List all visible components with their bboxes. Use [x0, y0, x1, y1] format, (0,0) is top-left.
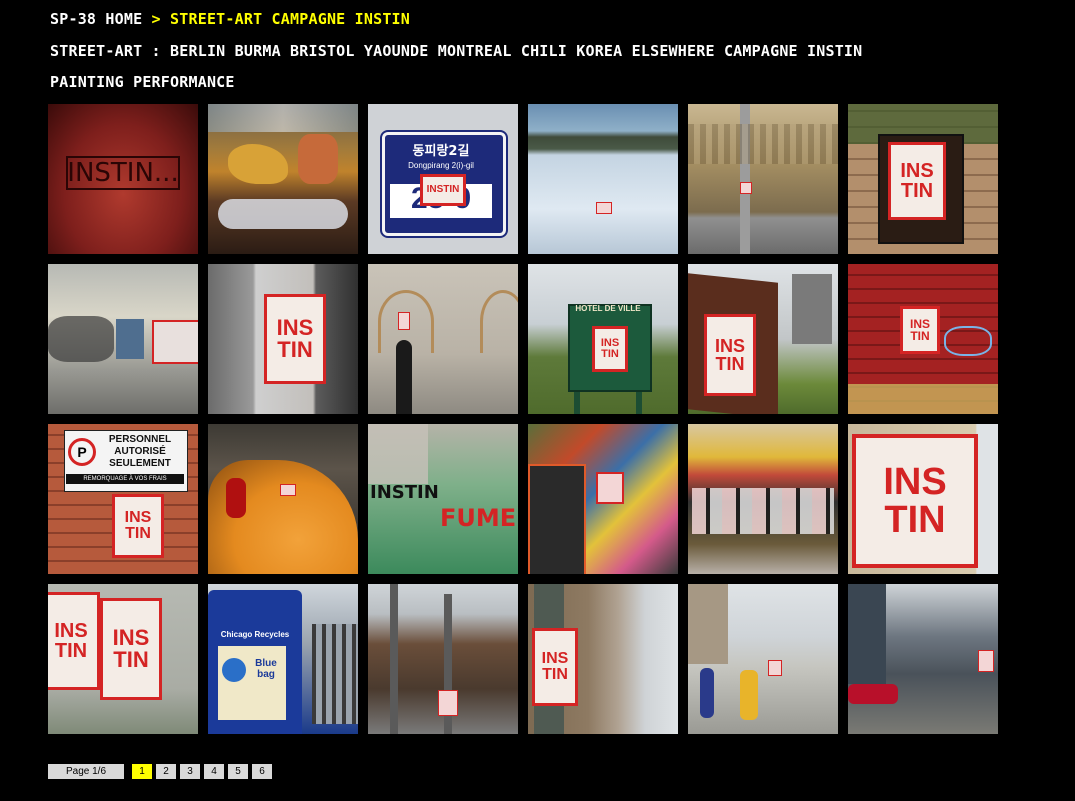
page-link-6[interactable]: 6: [252, 764, 272, 779]
chicago-recycles-label: Chicago Recycles: [220, 630, 290, 639]
instin-poster-line1: INS: [900, 160, 934, 182]
instin-poster-line1: INS: [276, 315, 314, 340]
instin-poster-line2: TIN: [54, 640, 88, 662]
nav-link-performance[interactable]: PERFORMANCE: [133, 73, 235, 91]
street-sign-korean: 동피랑2길: [412, 144, 470, 159]
instin-poster-line1: INS: [883, 461, 947, 503]
thumb-graffiti-building[interactable]: [48, 264, 198, 414]
thumb-hotel-de-ville-sign[interactable]: HOTEL DE VILLE INS TIN: [528, 264, 678, 414]
category-nav: STREET-ART : BERLIN BURMA BRISTOL YAOUND…: [50, 42, 862, 60]
nav-link-berlin[interactable]: BERLIN: [170, 42, 225, 60]
thumb-chicago-recycles-bin[interactable]: Chicago Recycles Blue bag: [208, 584, 358, 734]
street-sign-roman: Dongpirang 2(i)-gil: [408, 161, 474, 170]
nav-link-yaounde[interactable]: YAOUNDE: [364, 42, 429, 60]
page-link-1[interactable]: 1: [132, 764, 152, 779]
page-link-5[interactable]: 5: [228, 764, 248, 779]
thumb-city-skyline-street[interactable]: [848, 584, 998, 734]
page-indicator: Page 1/6: [48, 764, 124, 779]
page-link-2[interactable]: 2: [156, 764, 176, 779]
category-nav-secondary: PAINTING PERFORMANCE: [50, 73, 235, 91]
instin-poster-line2: TIN: [900, 180, 934, 202]
breadcrumb-separator: >: [151, 10, 161, 28]
thumb-city-street[interactable]: [368, 584, 518, 734]
thumb-man-in-hat[interactable]: [368, 264, 518, 414]
instin-poster: INS TIN: [592, 326, 628, 372]
instin-graffiti-text: INSTIN: [370, 482, 439, 503]
thumb-graffiti-wall-colorful[interactable]: [528, 424, 678, 574]
thumb-instin-utility-box[interactable]: INS TIN: [688, 264, 838, 414]
instin-poster-line2: TIN: [125, 525, 151, 542]
instin-poster-line2: TIN: [277, 337, 313, 362]
thumb-personnel-autorise-sign[interactable]: P PERSONNEL AUTORISÉ SEULEMENT REMORQUAG…: [48, 424, 198, 574]
thumb-instin-red-wall[interactable]: INSTIN...: [48, 104, 198, 254]
nav-link-montreal[interactable]: MONTREAL: [438, 42, 512, 60]
nav-link-korea[interactable]: KOREA: [576, 42, 622, 60]
thumb-instin-box-brick[interactable]: INS TIN: [848, 104, 998, 254]
towing-warning-text: REMORQUAGE À VOS FRAIS: [66, 474, 184, 484]
thumb-instin-lamp-post[interactable]: INS TIN: [528, 584, 678, 734]
thumb-temple-interior[interactable]: [208, 104, 358, 254]
instin-poster-line2: TIN: [113, 647, 149, 672]
instin-graffiti-text: INSTIN...: [66, 156, 180, 190]
thumb-dresden-mural-pole[interactable]: [688, 104, 838, 254]
instin-poster-line2: TIN: [542, 666, 568, 683]
instin-poster-right: INS TIN: [100, 598, 162, 700]
instin-poster-line2: TIN: [910, 329, 930, 343]
breadcrumb: SP-38 HOME > STREET-ART CAMPAGNE INSTIN: [50, 10, 410, 28]
thumb-construction-workers[interactable]: [688, 584, 838, 734]
nav-colon: :: [151, 42, 161, 60]
instin-poster: INS TIN: [704, 314, 756, 396]
blue-bag-label: Blue bag: [255, 658, 277, 680]
home-link[interactable]: SP-38 HOME: [50, 10, 142, 28]
nav-link-elsewhere[interactable]: ELSEWHERE: [632, 42, 715, 60]
instin-poster: INS TIN: [888, 142, 946, 220]
instin-poster: INS TIN: [852, 434, 978, 568]
no-parking-sign-text: PERSONNEL AUTORISÉ SEULEMENT: [108, 434, 172, 469]
pagination: Page 1/6 1 2 3 4 5 6: [48, 764, 272, 779]
page-link-3[interactable]: 3: [180, 764, 200, 779]
page-title: STREET-ART CAMPAGNE INSTIN: [170, 10, 411, 28]
thumb-instin-large-poster[interactable]: INS TIN: [848, 424, 998, 574]
thumb-instin-red-brick[interactable]: INS TIN: [848, 264, 998, 414]
thumb-instin-posters-wall[interactable]: INS TIN INS TIN: [48, 584, 198, 734]
hotel-de-ville-label: HOTEL DE VILLE: [575, 304, 641, 313]
thumb-korean-street-sign[interactable]: 동피랑2길 Dongpirang 2(i)-gil 25-9 INSTIN: [368, 104, 518, 254]
page-link-4[interactable]: 4: [204, 764, 224, 779]
nav-link-campagne-instin[interactable]: CAMPAGNE INSTIN: [724, 42, 862, 60]
thumb-graffiti-wall-mixed[interactable]: [688, 424, 838, 574]
nav-link-painting[interactable]: PAINTING: [50, 73, 124, 91]
instin-poster: INS TIN: [264, 294, 326, 384]
instin-poster: INS TIN: [900, 306, 940, 354]
instin-poster-line1: INS: [112, 625, 150, 650]
instin-poster: INS TIN: [112, 494, 164, 558]
instin-poster-line1: INS: [541, 650, 569, 667]
instin-poster-line1: INS: [54, 620, 88, 642]
nav-link-chili[interactable]: CHILI: [521, 42, 567, 60]
instin-poster-left: INS TIN: [48, 592, 100, 690]
fume-graffiti-text: FUME: [440, 504, 517, 532]
instin-poster-line2: TIN: [601, 348, 619, 360]
nav-section-label: STREET-ART: [50, 42, 143, 60]
instin-poster: INS TIN: [532, 628, 578, 706]
photo-grid: INSTIN... 동피랑2길 Dongpirang 2(i)-gil 25-9…: [48, 104, 998, 734]
instin-poster-line2: TIN: [715, 354, 745, 374]
nav-link-bristol[interactable]: BRISTOL: [290, 42, 355, 60]
instin-sticker: INSTIN: [420, 174, 466, 206]
instin-poster-line1: INS: [124, 509, 152, 526]
thumb-snowy-path[interactable]: [528, 104, 678, 254]
thumb-instin-fume-graffiti[interactable]: INSTIN FUME: [368, 424, 518, 574]
thumb-yellow-taxi[interactable]: [208, 424, 358, 574]
instin-poster-line1: INS: [714, 336, 745, 356]
instin-poster-line2: TIN: [884, 499, 946, 541]
nav-link-burma[interactable]: BURMA: [235, 42, 281, 60]
thumb-instin-pillar[interactable]: INS TIN: [208, 264, 358, 414]
